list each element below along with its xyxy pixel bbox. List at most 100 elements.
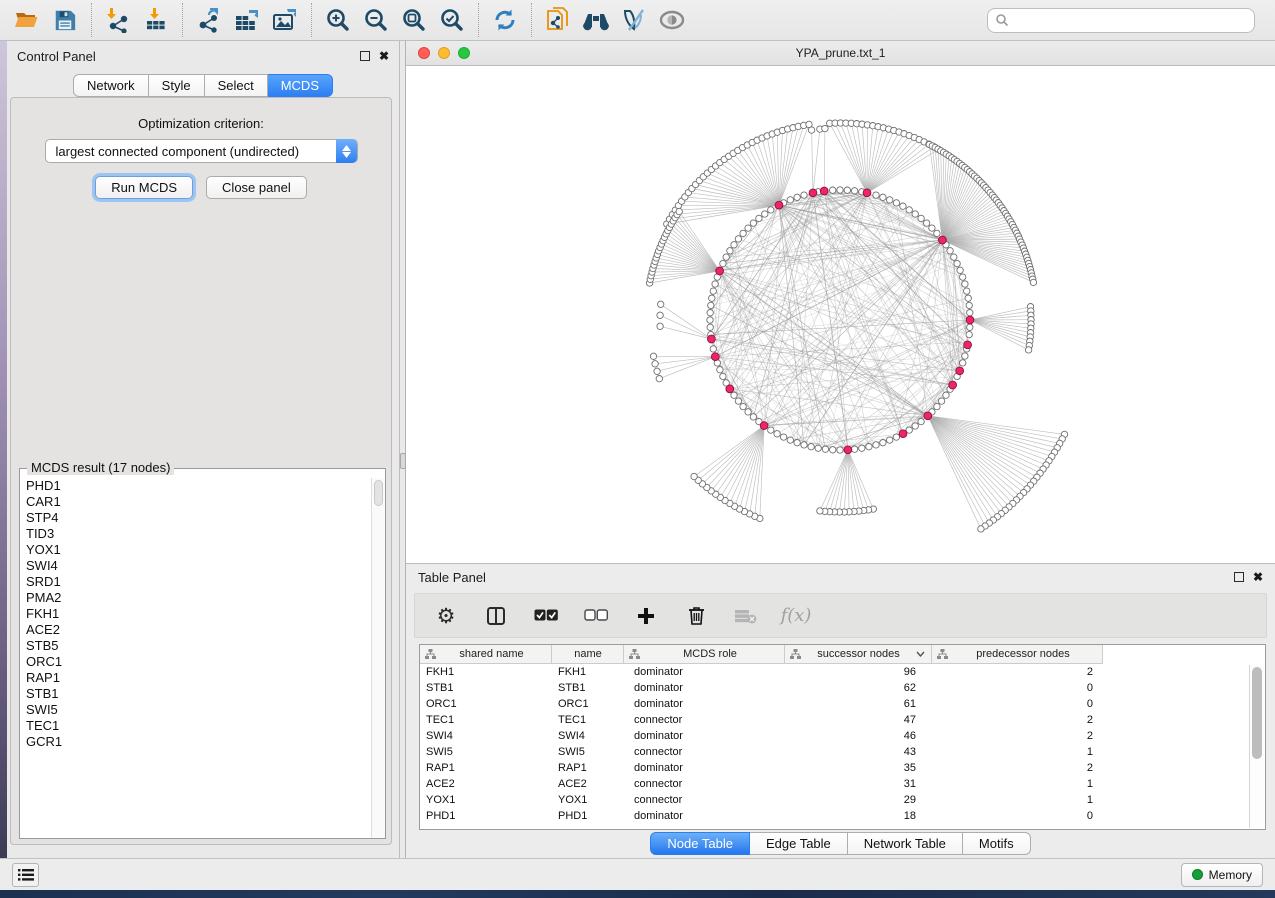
network-leaf-node[interactable] <box>978 526 984 532</box>
network-node[interactable] <box>954 260 960 266</box>
network-node[interactable] <box>844 187 850 193</box>
tab-network-table[interactable]: Network Table <box>848 832 963 855</box>
network-node[interactable] <box>962 353 968 359</box>
network-node[interactable] <box>837 447 843 453</box>
network-node[interactable] <box>740 403 746 409</box>
table-row[interactable]: SWI5SWI5connector431 <box>420 744 1265 760</box>
column-header-predecessor-nodes[interactable]: predecessor nodes <box>932 645 1103 664</box>
table-row[interactable]: ACE2ACE2connector311 <box>420 776 1265 792</box>
mcds-result-item[interactable]: PHD1 <box>26 478 371 494</box>
show-panels-button[interactable] <box>12 863 39 887</box>
network-node[interactable] <box>822 446 828 452</box>
network-node[interactable] <box>780 434 786 440</box>
network-node[interactable] <box>918 418 924 424</box>
zoom-in-button[interactable] <box>319 3 357 37</box>
network-node[interactable] <box>964 288 970 294</box>
network-node[interactable] <box>768 427 774 433</box>
mcds-hub-node[interactable] <box>809 189 817 197</box>
network-node[interactable] <box>938 398 944 404</box>
mcds-result-item[interactable]: FKH1 <box>26 606 371 622</box>
mcds-hub-node[interactable] <box>939 236 947 244</box>
table-row[interactable]: STB1STB1dominator620 <box>420 680 1265 696</box>
column-header-successor-nodes[interactable]: successor nodes <box>785 645 932 664</box>
network-node[interactable] <box>717 367 723 373</box>
network-leaf-node[interactable] <box>654 368 660 374</box>
network-node[interactable] <box>750 414 756 420</box>
mcds-result-item[interactable]: ACE2 <box>26 622 371 638</box>
network-node[interactable] <box>756 215 762 221</box>
network-node[interactable] <box>707 324 713 330</box>
tab-motifs[interactable]: Motifs <box>963 832 1031 855</box>
mcds-hub-node[interactable] <box>760 422 768 430</box>
network-node[interactable] <box>774 431 780 437</box>
network-node[interactable] <box>893 200 899 206</box>
network-node[interactable] <box>794 440 800 446</box>
search-input[interactable] <box>987 8 1255 33</box>
network-node[interactable] <box>960 274 966 280</box>
network-node[interactable] <box>768 207 774 213</box>
network-leaf-node[interactable] <box>656 376 662 382</box>
network-node[interactable] <box>957 267 963 273</box>
mcds-hub-node[interactable] <box>844 446 852 454</box>
table-row[interactable]: ORC1ORC1dominator610 <box>420 696 1265 712</box>
network-node[interactable] <box>873 192 879 198</box>
tab-mcds[interactable]: MCDS <box>268 74 333 97</box>
float-panel-icon[interactable] <box>360 51 370 61</box>
network-node[interactable] <box>880 194 886 200</box>
network-node[interactable] <box>951 254 957 260</box>
mcds-result-item[interactable]: STB1 <box>26 686 371 702</box>
table-scrollbar[interactable] <box>1249 665 1264 828</box>
table-row[interactable]: RAP1RAP1dominator352 <box>420 760 1265 776</box>
network-node[interactable] <box>712 281 718 287</box>
network-node[interactable] <box>943 392 949 398</box>
zoom-selected-button[interactable] <box>433 3 471 37</box>
mcds-result-item[interactable]: PMA2 <box>26 590 371 606</box>
table-row[interactable]: FKH1FKH1dominator962 <box>420 664 1265 680</box>
network-leaf-node[interactable] <box>657 312 663 318</box>
network-node[interactable] <box>859 445 865 451</box>
network-node[interactable] <box>923 220 929 226</box>
network-node[interactable] <box>912 423 918 429</box>
network-node[interactable] <box>851 188 857 194</box>
network-node[interactable] <box>906 207 912 213</box>
network-node[interactable] <box>745 409 751 415</box>
column-header-MCDS-role[interactable]: MCDS role <box>624 645 785 664</box>
network-leaf-node[interactable] <box>822 125 828 131</box>
network-node[interactable] <box>731 392 737 398</box>
network-leaf-node[interactable] <box>1025 347 1031 353</box>
network-node[interactable] <box>929 225 935 231</box>
network-node[interactable] <box>912 211 918 217</box>
network-node[interactable] <box>709 295 715 301</box>
network-node[interactable] <box>740 230 746 236</box>
network-node[interactable] <box>787 197 793 203</box>
mcds-hub-node[interactable] <box>711 353 719 361</box>
network-node[interactable] <box>708 302 714 308</box>
network-node[interactable] <box>720 373 726 379</box>
network-node[interactable] <box>960 360 966 366</box>
mcds-result-item[interactable]: YOX1 <box>26 542 371 558</box>
network-node[interactable] <box>735 398 741 404</box>
network-leaf-node[interactable] <box>808 127 814 133</box>
mcds-result-item[interactable]: STB5 <box>26 638 371 654</box>
tab-node-table[interactable]: Node Table <box>650 832 750 855</box>
mcds-result-item[interactable]: CAR1 <box>26 494 371 510</box>
optimization-criterion-select[interactable]: largest connected component (undirected) <box>45 139 358 163</box>
network-node[interactable] <box>731 242 737 248</box>
open-file-button[interactable] <box>8 3 46 37</box>
network-node[interactable] <box>887 437 893 443</box>
mcds-result-item[interactable]: SWI5 <box>26 702 371 718</box>
network-node[interactable] <box>794 194 800 200</box>
network-node[interactable] <box>934 403 940 409</box>
mcds-result-item[interactable]: SWI4 <box>26 558 371 574</box>
mcds-result-item[interactable]: GCR1 <box>26 734 371 750</box>
deselect-all-columns-button[interactable] <box>583 601 609 631</box>
network-node[interactable] <box>735 236 741 242</box>
network-node[interactable] <box>967 324 973 330</box>
network-node[interactable] <box>967 310 973 316</box>
mcds-hub-node[interactable] <box>726 385 734 393</box>
network-node[interactable] <box>707 310 713 316</box>
network-leaf-node[interactable] <box>817 508 823 514</box>
delete-column-button[interactable] <box>683 601 709 631</box>
network-node[interactable] <box>801 442 807 448</box>
column-header-shared-name[interactable]: shared name <box>420 645 552 664</box>
